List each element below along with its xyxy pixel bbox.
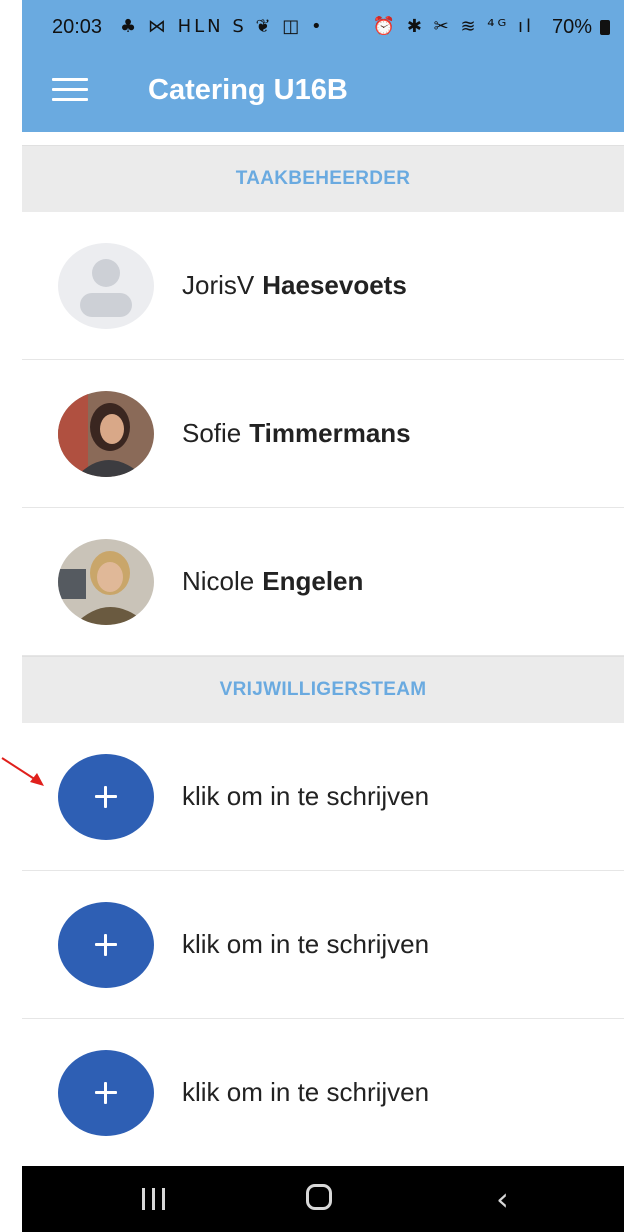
- hamburger-menu-icon[interactable]: [52, 78, 88, 106]
- last-name: Engelen: [262, 566, 364, 596]
- last-name: Haesevoets: [262, 270, 407, 300]
- profile-photo: [58, 391, 154, 477]
- manager-row[interactable]: Sofie Timmermans: [22, 360, 624, 508]
- signup-row[interactable]: klik om in te schrijven: [22, 871, 624, 1019]
- avatar: [58, 539, 154, 625]
- manager-row[interactable]: JorisV Haesevoets: [22, 212, 624, 360]
- back-icon[interactable]: ‹: [496, 1183, 509, 1215]
- section-header-vrijwilligersteam: VRIJWILLIGERSTEAM: [22, 656, 624, 724]
- first-name: JorisV: [182, 270, 255, 300]
- app-screen: 20:03 ♣ ⋈ HLN S ❦ ◫ • ⏰ ✱ ✂ ≋ ⁴ᴳ ıl 70% …: [22, 0, 624, 1232]
- section-header-taakbeheerder: TAAKBEHEERDER: [22, 145, 624, 213]
- status-time: 20:03: [52, 16, 103, 38]
- recents-icon[interactable]: [142, 1188, 166, 1210]
- signup-label[interactable]: klik om in te schrijven: [182, 929, 429, 960]
- page-title: Catering U16B: [148, 74, 348, 106]
- battery-icon: [600, 20, 610, 35]
- notification-icons: ♣ ⋈ HLN S ❦ ◫ •: [120, 16, 325, 37]
- profile-photo: [58, 539, 154, 625]
- signup-label[interactable]: klik om in te schrijven: [182, 1077, 429, 1108]
- avatar: [58, 243, 154, 329]
- system-status-icons: ⏰ ✱ ✂ ≋ ⁴ᴳ ıl: [372, 16, 534, 37]
- last-name: Timmermans: [249, 418, 411, 448]
- signup-label[interactable]: klik om in te schrijven: [182, 781, 429, 812]
- manager-name: Sofie Timmermans: [182, 418, 411, 449]
- manager-name: Nicole Engelen: [182, 566, 363, 597]
- battery-level: 70%: [551, 16, 592, 38]
- first-name: Nicole: [182, 566, 255, 596]
- status-bar: 20:03 ♣ ⋈ HLN S ❦ ◫ • ⏰ ✱ ✂ ≋ ⁴ᴳ ıl 70%: [22, 0, 624, 52]
- avatar: [58, 391, 154, 477]
- manager-name: JorisV Haesevoets: [182, 270, 407, 301]
- signup-row[interactable]: klik om in te schrijven: [22, 723, 624, 871]
- manager-row[interactable]: Nicole Engelen: [22, 508, 624, 656]
- system-nav-bar: ‹: [22, 1166, 624, 1232]
- signup-row[interactable]: klik om in te schrijven: [22, 1019, 624, 1166]
- first-name: Sofie: [182, 418, 242, 448]
- app-bar: Catering U16B: [22, 52, 624, 132]
- annotation-arrow-icon: [1, 757, 44, 786]
- home-icon[interactable]: [306, 1184, 332, 1210]
- plus-icon[interactable]: [58, 754, 154, 840]
- plus-icon[interactable]: [58, 902, 154, 988]
- plus-icon[interactable]: [58, 1050, 154, 1136]
- person-placeholder-icon: [58, 243, 154, 329]
